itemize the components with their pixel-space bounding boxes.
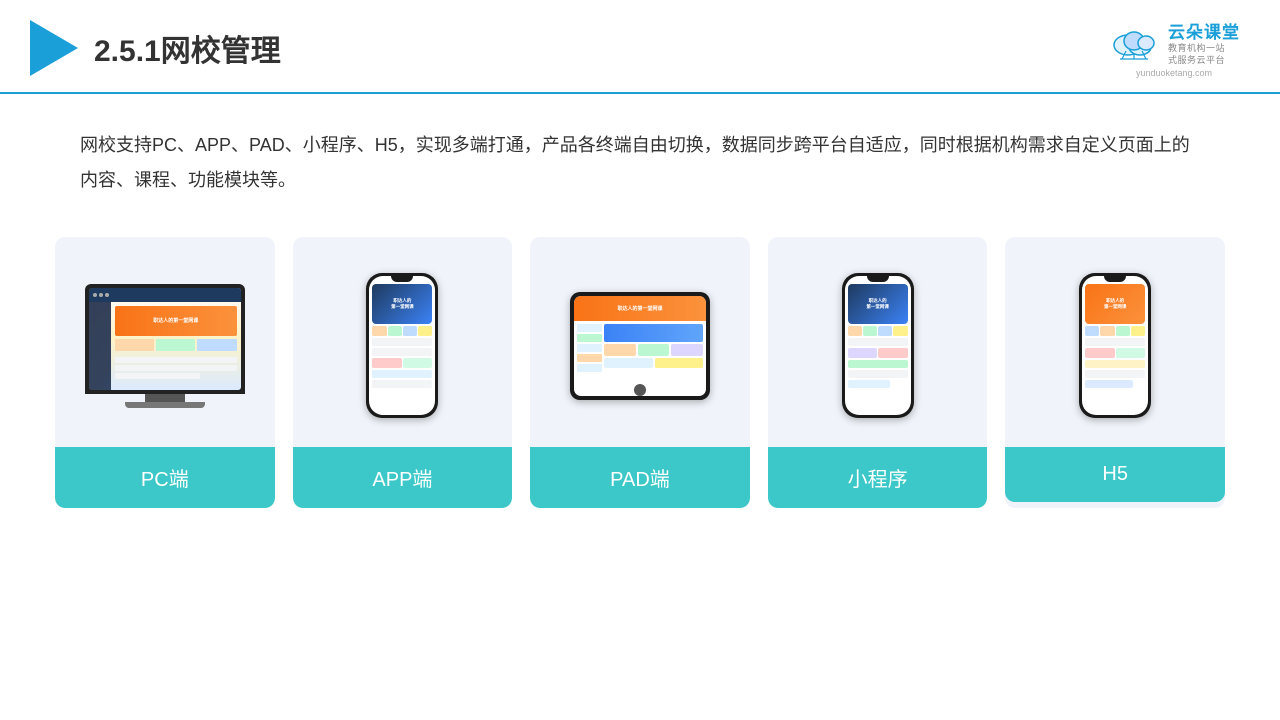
- tablet-mockup: 职达人的第一堂网课: [570, 292, 710, 400]
- card-h5-label: H5: [1005, 447, 1225, 502]
- card-pad-label: PAD端: [530, 447, 750, 508]
- brand-tagline: 教育机构一站 式服务云平台: [1168, 43, 1240, 66]
- card-pc-image: 职达人的第一堂网课: [55, 237, 275, 447]
- card-pad-image: 职达人的第一堂网课: [530, 237, 750, 447]
- description-text: 网校支持PC、APP、PAD、小程序、H5，实现多端打通，产品各终端自由切换，数…: [0, 94, 1280, 216]
- card-app: 职达人的第一堂网课: [293, 237, 513, 508]
- phone-h5-mockup: 职达人的第一堂网课: [1079, 273, 1151, 418]
- card-pc: 职达人的第一堂网课: [55, 237, 275, 508]
- phone-mini-mockup: 职达人的第一堂网课: [842, 273, 914, 418]
- card-app-image: 职达人的第一堂网课: [293, 237, 513, 447]
- phone-app-mockup: 职达人的第一堂网课: [366, 273, 438, 418]
- card-miniprogram-image: 职达人的第一堂网课: [768, 237, 988, 447]
- card-pc-label: PC端: [55, 447, 275, 508]
- card-miniprogram-label: 小程序: [768, 447, 988, 508]
- cards-container: 职达人的第一堂网课: [0, 227, 1280, 508]
- brand-name: 云朵课堂: [1168, 18, 1240, 43]
- brand-logo: 云朵课堂 教育机构一站 式服务云平台: [1108, 18, 1240, 66]
- cloud-icon: [1108, 23, 1160, 61]
- brand-text: 云朵课堂 教育机构一站 式服务云平台: [1168, 18, 1240, 66]
- card-app-label: APP端: [293, 447, 513, 508]
- card-h5: 职达人的第一堂网课: [1005, 237, 1225, 508]
- card-miniprogram: 职达人的第一堂网课: [768, 237, 988, 508]
- header-left: 2.5.1网校管理: [30, 20, 281, 76]
- card-pad: 职达人的第一堂网课: [530, 237, 750, 508]
- pc-mockup: 职达人的第一堂网课: [85, 284, 245, 408]
- card-h5-image: 职达人的第一堂网课: [1005, 237, 1225, 447]
- page-title: 2.5.1网校管理: [94, 26, 281, 70]
- brand-url: yunduoketang.com: [1136, 68, 1212, 78]
- header-right: 云朵课堂 教育机构一站 式服务云平台 yunduoketang.com: [1108, 18, 1240, 78]
- header: 2.5.1网校管理 云朵课堂 教育机构一站 式服务云平台 yundu: [0, 0, 1280, 94]
- logo-triangle-icon: [30, 20, 78, 76]
